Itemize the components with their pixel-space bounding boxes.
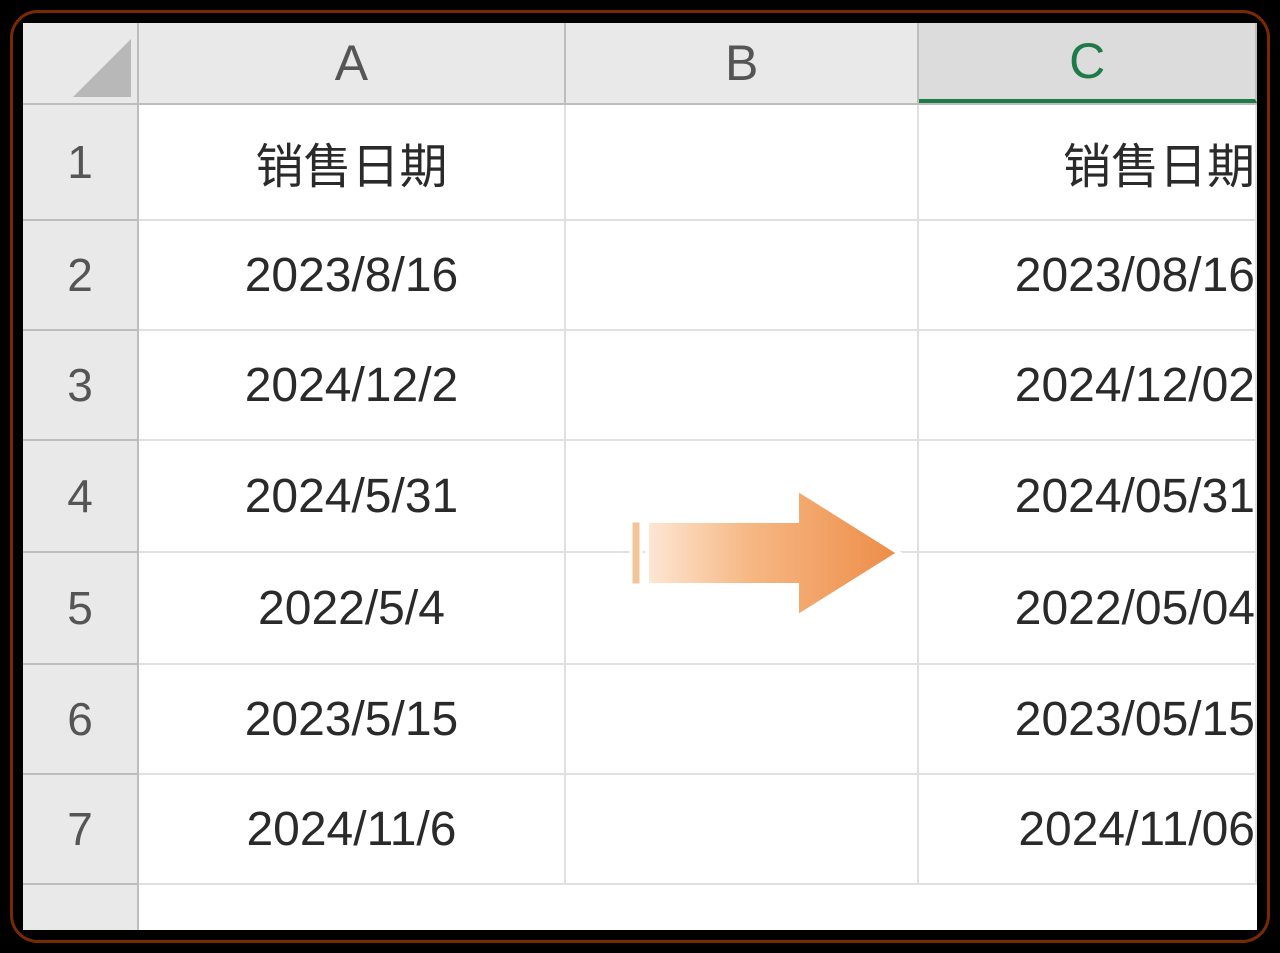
column-header-b[interactable]: B xyxy=(566,23,919,103)
cell-b3[interactable] xyxy=(566,331,919,439)
row-header-3[interactable]: 3 xyxy=(23,331,137,441)
row-header-5[interactable]: 5 xyxy=(23,553,137,665)
cell-c1[interactable]: 销售日期 xyxy=(919,105,1257,219)
cell-b5[interactable] xyxy=(566,553,919,663)
cell-a1[interactable]: 销售日期 xyxy=(139,105,566,219)
table-row: 2022/5/4 2022/05/04 xyxy=(139,553,1257,665)
cell-c3[interactable]: 2024/12/02 xyxy=(919,331,1257,439)
cell-b2[interactable] xyxy=(566,221,919,329)
row-headers: 1234567 xyxy=(23,105,139,930)
cell-b6[interactable] xyxy=(566,665,919,773)
cell-b4[interactable] xyxy=(566,441,919,551)
table-row: 2023/8/16 2023/08/16 xyxy=(139,221,1257,331)
cell-c5[interactable]: 2022/05/04 xyxy=(919,553,1257,663)
cell-a5[interactable]: 2022/5/4 xyxy=(139,553,566,663)
cell-c2[interactable]: 2023/08/16 xyxy=(919,221,1257,329)
cell-a3[interactable]: 2024/12/2 xyxy=(139,331,566,439)
cell-grid: 销售日期销售日期2023/8/162023/08/162024/12/22024… xyxy=(139,105,1257,930)
cell-a6[interactable]: 2023/5/15 xyxy=(139,665,566,773)
column-headers: ABC xyxy=(139,23,1257,105)
cell-a7[interactable]: 2024/11/6 xyxy=(139,775,566,883)
cell-c4[interactable]: 2024/05/31 xyxy=(919,441,1257,551)
cell-c7[interactable]: 2024/11/06 xyxy=(919,775,1257,883)
column-header-a[interactable]: A xyxy=(139,23,566,103)
cell-b1[interactable] xyxy=(566,105,919,219)
row-header-2[interactable]: 2 xyxy=(23,221,137,331)
table-row: 2023/5/15 2023/05/15 xyxy=(139,665,1257,775)
table-row: 销售日期 销售日期 xyxy=(139,105,1257,221)
row-header-4[interactable]: 4 xyxy=(23,441,137,553)
select-all-triangle-icon xyxy=(73,39,131,97)
row-header-7[interactable]: 7 xyxy=(23,775,137,885)
outer-frame: ABC 1234567 销售日期销售日期2023/8/162023/08/162… xyxy=(10,10,1270,943)
spreadsheet: ABC 1234567 销售日期销售日期2023/8/162023/08/162… xyxy=(23,23,1257,930)
cell-c6[interactable]: 2023/05/15 xyxy=(919,665,1257,773)
column-header-c[interactable]: C xyxy=(919,23,1257,103)
table-row: 2024/5/31 2024/05/31 xyxy=(139,441,1257,553)
row-header-6[interactable]: 6 xyxy=(23,665,137,775)
table-row: 2024/11/6 2024/11/06 xyxy=(139,775,1257,885)
row-header-1[interactable]: 1 xyxy=(23,105,137,221)
cell-a2[interactable]: 2023/8/16 xyxy=(139,221,566,329)
select-all-corner[interactable] xyxy=(23,23,139,105)
table-row: 2024/12/2 2024/12/02 xyxy=(139,331,1257,441)
cell-b7[interactable] xyxy=(566,775,919,883)
cell-a4[interactable]: 2024/5/31 xyxy=(139,441,566,551)
